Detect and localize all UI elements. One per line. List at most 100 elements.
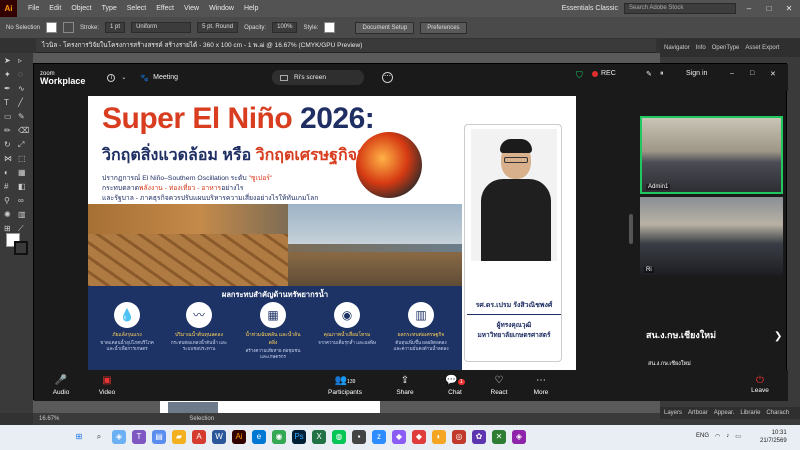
teams-icon[interactable]: T (132, 430, 146, 444)
tab-artboards[interactable]: Artboar (688, 410, 708, 416)
clock[interactable]: 10:31 21/7/2569 (760, 429, 787, 445)
type-tool-icon[interactable]: T (4, 99, 12, 107)
menu-edit[interactable]: Edit (49, 5, 61, 12)
shape-builder-tool-icon[interactable]: ◐ (4, 169, 12, 177)
chat-button[interactable]: 💬 1 Chat (430, 374, 480, 396)
tab-appearance[interactable]: Appear. (714, 410, 735, 416)
video-tile-ri[interactable]: Ri (640, 197, 783, 275)
maximize-icon[interactable]: □ (762, 4, 776, 13)
pencil-tool-icon[interactable]: ✏ (4, 127, 12, 135)
opacity-field[interactable]: 100% (272, 22, 298, 33)
photoshop-icon[interactable]: Ps (292, 430, 306, 444)
slice-tool-icon[interactable]: ⟋ (18, 225, 26, 233)
lasso-tool-icon[interactable]: ◌ (18, 71, 26, 79)
zoom-taskbar-icon[interactable]: z (372, 430, 386, 444)
meeting-info-icon[interactable]: i (107, 73, 116, 82)
app-icon[interactable]: ▪ (352, 430, 366, 444)
rotate-tool-icon[interactable]: ↻ (4, 141, 12, 149)
line-icon[interactable]: ◍ (332, 430, 346, 444)
direct-selection-tool-icon[interactable]: ▹ (18, 57, 26, 65)
line-tool-icon[interactable]: ╱ (18, 99, 26, 107)
pause-share-icon[interactable]: ⏸ (660, 70, 664, 78)
blend-tool-icon[interactable]: ∞ (18, 197, 26, 205)
splitter-handle[interactable] (629, 214, 633, 244)
battery-icon[interactable]: ▭ (735, 433, 741, 440)
anydesk-icon[interactable]: ◆ (412, 430, 426, 444)
volume-icon[interactable]: ♪ (726, 433, 729, 440)
selection-tool-icon[interactable]: ➤ (4, 57, 12, 65)
tab-navigator[interactable]: Navigator (664, 45, 690, 51)
tab-libraries[interactable]: Librarie (740, 410, 760, 416)
app-icon[interactable]: ✿ (472, 430, 486, 444)
document-tab[interactable]: ไวนิล - โครงการวิจัยในโครงการสร้างสรรค์ … (36, 39, 656, 53)
annotate-icon[interactable]: ✎ (646, 70, 652, 78)
gradient-tool-icon[interactable]: ◧ (18, 183, 26, 191)
menu-select[interactable]: Select (127, 5, 146, 12)
tab-info[interactable]: Info (696, 45, 706, 51)
app-icon[interactable]: ◈ (512, 430, 526, 444)
recording-indicator[interactable]: REC (592, 70, 616, 77)
more-button[interactable]: ⋯ More (516, 374, 566, 396)
xbox-icon[interactable]: ✕ (492, 430, 506, 444)
scale-tool-icon[interactable]: ⤢ (18, 141, 26, 149)
wifi-icon[interactable]: ◠ (715, 433, 720, 440)
stroke-weight-field[interactable]: 1 pt (105, 22, 126, 33)
eyedropper-tool-icon[interactable]: ⚲ (4, 197, 12, 205)
brush-definition[interactable]: 5 pt. Round (197, 22, 239, 33)
search-icon[interactable]: ⌕ (92, 430, 106, 444)
artboard-tool-icon[interactable]: ⊞ (4, 225, 12, 233)
preferences-button[interactable]: Preferences (420, 21, 467, 34)
workspace-switcher[interactable]: Essentials Classic (562, 5, 618, 12)
perspective-grid-tool-icon[interactable]: ▦ (18, 169, 26, 177)
tab-opentype[interactable]: OpenType (712, 45, 740, 51)
sign-in-link[interactable]: Sign in (686, 70, 707, 77)
eraser-tool-icon[interactable]: ⌫ (18, 127, 29, 135)
maximize-icon[interactable]: □ (750, 70, 754, 77)
app-icon[interactable]: ◆ (392, 430, 406, 444)
participants-button[interactable]: 👥139 Participants (320, 374, 370, 396)
symbol-sprayer-tool-icon[interactable]: ✺ (4, 211, 12, 219)
adobe-stock-search[interactable]: Search Adobe Stock (624, 3, 736, 14)
menu-effect[interactable]: Effect (156, 5, 174, 12)
tab-asset-export[interactable]: Asset Export (745, 45, 779, 51)
language-indicator[interactable]: ENG (696, 433, 709, 440)
minimize-icon[interactable]: – (730, 70, 734, 77)
style-swatch[interactable] (324, 22, 336, 33)
copilot-icon[interactable]: ◈ (112, 430, 126, 444)
menu-help[interactable]: Help (244, 5, 258, 12)
audio-button[interactable]: 🎤 Audio (36, 374, 86, 396)
meeting-label[interactable]: Meeting (153, 74, 178, 81)
zoom-level[interactable]: 16.67% (39, 416, 59, 422)
pen-tool-icon[interactable]: ✒ (4, 85, 12, 93)
free-transform-tool-icon[interactable]: ⬚ (18, 155, 26, 163)
task-view-icon[interactable]: ▤ (152, 430, 166, 444)
stroke-color-swatch[interactable] (14, 241, 28, 255)
paintbrush-tool-icon[interactable]: ✎ (18, 113, 26, 121)
stroke-swatch[interactable] (63, 22, 75, 33)
video-tile-chiangmai[interactable]: สน.ง.กษ.เชียงใหม่ (640, 278, 783, 363)
document-setup-button[interactable]: Document Setup (355, 21, 415, 34)
next-page-icon[interactable]: ❯ (774, 331, 782, 342)
mesh-tool-icon[interactable]: # (4, 183, 12, 191)
menu-object[interactable]: Object (71, 5, 91, 12)
tab-layers[interactable]: Layers (664, 410, 682, 416)
encryption-shield-icon[interactable]: ⛉ (576, 70, 583, 81)
width-tool-icon[interactable]: ⋈ (4, 155, 12, 163)
close-icon[interactable]: ✕ (782, 4, 796, 13)
variable-width-profile[interactable]: Uniform (131, 22, 192, 33)
minimize-icon[interactable]: – (742, 4, 756, 13)
close-icon[interactable]: ✕ (770, 70, 776, 78)
pdf-icon[interactable]: A (192, 430, 206, 444)
view-options-icon[interactable]: ⋯ (382, 72, 393, 83)
menu-file[interactable]: File (28, 5, 39, 12)
illustrator-taskbar-icon[interactable]: Ai (232, 430, 246, 444)
tab-character[interactable]: Charach (766, 410, 789, 416)
magic-wand-tool-icon[interactable]: ✦ (4, 71, 12, 79)
edge-icon[interactable]: e (252, 430, 266, 444)
graph-tool-icon[interactable]: ▥ (18, 211, 26, 219)
menu-window[interactable]: Window (209, 5, 234, 12)
app-icon[interactable]: ◐ (432, 430, 446, 444)
file-explorer-icon[interactable]: ▰ (172, 430, 186, 444)
fill-swatch[interactable] (46, 22, 58, 33)
menu-type[interactable]: Type (102, 5, 117, 12)
